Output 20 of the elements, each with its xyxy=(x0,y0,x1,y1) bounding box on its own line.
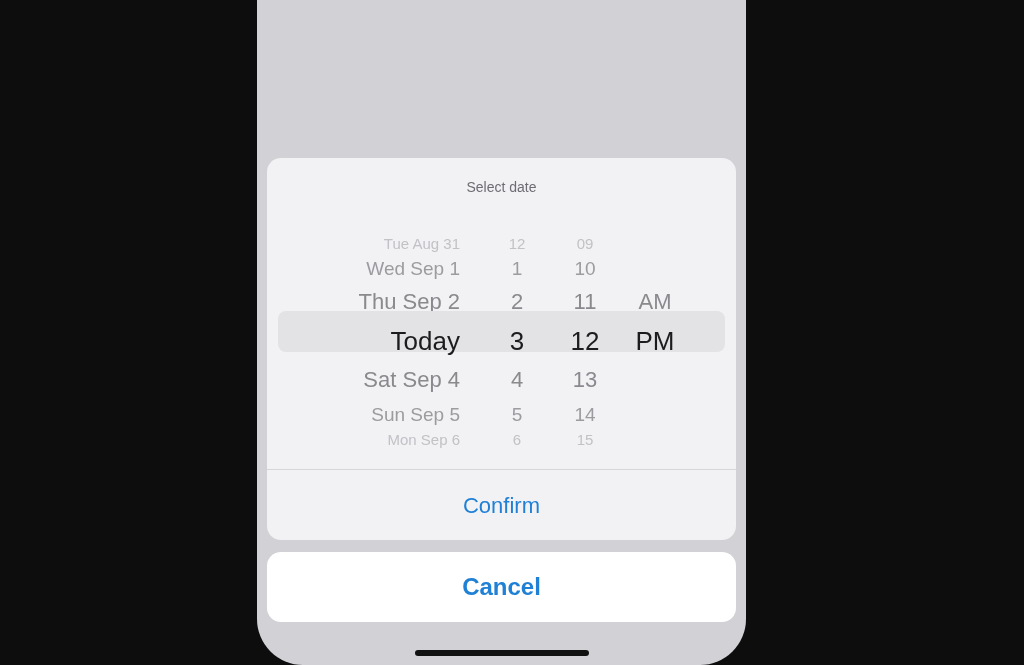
hour-option[interactable]: 1 xyxy=(511,258,523,278)
date-option[interactable]: Wed Sep 1 xyxy=(366,258,460,278)
date-option[interactable]: Sun Sep 5 xyxy=(371,404,460,424)
sheet-title: Select date xyxy=(465,178,538,197)
hour-option[interactable]: 3 xyxy=(509,328,525,354)
hour-option[interactable]: 2 xyxy=(510,291,524,313)
hour-option[interactable]: 5 xyxy=(511,404,523,424)
date-option[interactable]: Sat Sep 4 xyxy=(363,369,460,391)
period-option[interactable]: AM xyxy=(638,291,672,313)
period-option[interactable]: PM xyxy=(635,328,675,354)
hour-option[interactable]: 4 xyxy=(510,369,524,391)
cancel-button[interactable]: Cancel xyxy=(267,552,736,622)
minute-option[interactable]: 11 xyxy=(573,291,597,313)
minute-option[interactable]: 10 xyxy=(574,258,596,278)
minute-option[interactable]: 14 xyxy=(574,404,596,424)
date-option[interactable]: Today xyxy=(390,328,460,354)
date-option[interactable]: Thu Sep 2 xyxy=(358,291,460,313)
confirm-button[interactable]: Confirm xyxy=(267,469,736,540)
minute-option[interactable]: 12 xyxy=(570,328,600,354)
minute-option[interactable]: 13 xyxy=(572,369,598,391)
